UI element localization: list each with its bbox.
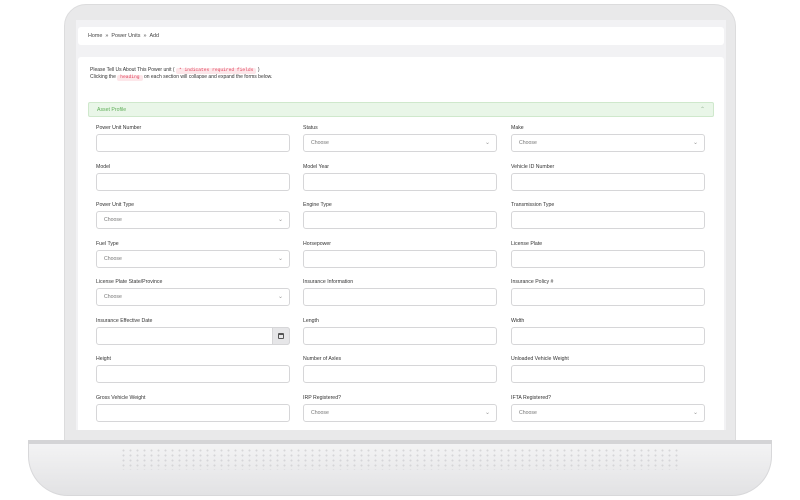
unloaded-vehicle-weight-label: Unloaded Vehicle Weight <box>511 356 569 362</box>
ifta-registered-label: IFTA Registered? <box>511 394 551 401</box>
power-unit-type-select[interactable]: Choose ⌄ <box>96 211 290 229</box>
ifta-registered-select[interactable]: Choose ⌄ <box>511 403 705 422</box>
make-select[interactable]: Choose ⌄ <box>511 134 705 152</box>
intro-text: ) <box>257 67 260 73</box>
width-label: Width <box>511 317 525 324</box>
vehicle-id-number-label: Vehicle ID Number <box>511 163 555 170</box>
status-label: Status <box>303 125 318 131</box>
select-value: Choose <box>104 294 122 300</box>
app-screen: Home » Power Units » Add Please Tell Us … <box>76 20 726 430</box>
laptop-hinge <box>28 440 772 444</box>
power-unit-type-label: Power Unit Type <box>96 202 134 208</box>
fuel-type-select[interactable]: Choose ⌄ <box>96 249 290 268</box>
gross-vehicle-weight-input[interactable] <box>96 403 290 422</box>
model-year-label: Model Year <box>303 163 329 170</box>
number-of-axles-input[interactable] <box>303 365 497 383</box>
model-input[interactable] <box>96 172 290 191</box>
gross-vehicle-weight-label: Gross Vehicle Weight <box>96 394 146 401</box>
form-card: Please Tell Us About This Power unit ( *… <box>78 57 724 430</box>
select-value: Choose <box>519 140 537 146</box>
chevron-down-icon: ⌄ <box>484 140 490 146</box>
intro-text: Clicking the <box>90 74 116 80</box>
intro-text: on each section will collapse and expand… <box>143 74 273 80</box>
model-year-input[interactable] <box>303 172 497 191</box>
breadcrumb: Home » Power Units » Add <box>78 27 724 45</box>
width-input[interactable] <box>511 326 705 345</box>
chevron-down-icon: ⌄ <box>484 409 490 416</box>
chevron-down-icon: ⌄ <box>692 140 698 146</box>
engine-type-input[interactable] <box>303 211 497 229</box>
chevron-down-icon: ⌄ <box>277 217 283 223</box>
chevron-down-icon: ⌄ <box>277 255 283 262</box>
number-of-axles-label: Number of Axles <box>303 356 342 362</box>
horsepower-label: Horsepower <box>303 240 331 247</box>
length-input[interactable] <box>303 326 497 345</box>
transmission-type-label: Transmission Type <box>511 202 555 208</box>
unloaded-vehicle-weight-input[interactable] <box>511 365 705 383</box>
license-plate-state-province-label: License Plate State/Province <box>96 279 163 285</box>
length-label: Length <box>303 317 319 324</box>
insurance-effective-date-label: Insurance Effective Date <box>96 317 153 324</box>
insurance-policy-input[interactable] <box>511 288 705 306</box>
power-unit-number-input[interactable] <box>96 134 290 152</box>
keyboard-texture <box>120 448 680 470</box>
breadcrumb-add: Add <box>149 33 160 39</box>
vehicle-id-number-input[interactable] <box>511 172 705 191</box>
license-plate-label: License Plate <box>511 240 543 247</box>
transmission-type-input[interactable] <box>511 211 705 229</box>
heading-tag: heading <box>117 75 143 81</box>
select-value: Choose <box>311 409 329 416</box>
make-label: Make <box>511 125 524 131</box>
insurance-information-label: Insurance Information <box>303 279 354 285</box>
insurance-effective-date-input[interactable] <box>96 326 290 345</box>
power-unit-number-label: Power Unit Number <box>96 125 142 131</box>
calendar-icon <box>278 332 284 339</box>
license-plate-input[interactable] <box>511 249 705 268</box>
insurance-information-input[interactable] <box>303 288 497 306</box>
license-plate-state-province-select[interactable]: Choose ⌄ <box>96 288 290 306</box>
fuel-type-label: Fuel Type <box>96 240 119 247</box>
height-label: Height <box>96 356 111 362</box>
select-value: Choose <box>519 409 537 416</box>
chevron-down-icon: ⌄ <box>692 409 698 416</box>
breadcrumb-separator: » <box>143 33 147 39</box>
laptop-mockup: Home » Power Units » Add Please Tell Us … <box>0 0 800 500</box>
select-value: Choose <box>104 255 122 262</box>
section-header-asset-profile[interactable]: Asset Profile ⌃ <box>88 102 714 117</box>
height-input[interactable] <box>96 365 290 383</box>
irp-registered-label: IRP Registered? <box>303 394 341 401</box>
intro-text: Please Tell Us About This Power unit ( <box>90 67 175 73</box>
insurance-policy-label: Insurance Policy # <box>511 279 554 285</box>
model-label: Model <box>96 163 111 170</box>
breadcrumb-home[interactable]: Home <box>88 33 102 39</box>
horsepower-input[interactable] <box>303 249 497 268</box>
status-select[interactable]: Choose ⌄ <box>303 134 497 152</box>
calendar-button[interactable] <box>272 326 290 345</box>
breadcrumb-power-units[interactable]: Power Units <box>111 33 140 39</box>
irp-registered-select[interactable]: Choose ⌄ <box>303 403 497 422</box>
chevron-up-icon: ⌃ <box>699 107 705 113</box>
section-title: Asset Profile <box>97 107 127 113</box>
breadcrumb-separator: » <box>105 33 109 39</box>
form-instructions: Please Tell Us About This Power unit ( *… <box>90 67 272 81</box>
select-value: Choose <box>311 140 329 146</box>
select-value: Choose <box>104 217 122 223</box>
engine-type-label: Engine Type <box>303 202 332 208</box>
chevron-down-icon: ⌄ <box>277 294 283 300</box>
